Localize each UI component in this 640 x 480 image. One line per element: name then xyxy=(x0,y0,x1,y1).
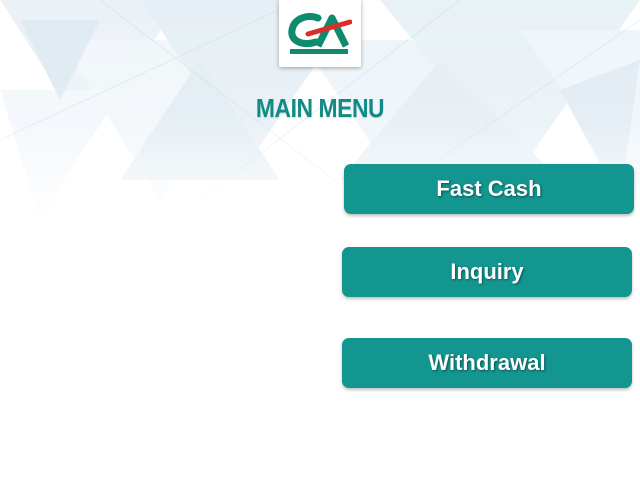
fast-cash-button[interactable]: Fast Cash xyxy=(344,164,634,214)
background-pattern xyxy=(0,0,640,480)
bank-logo: CA xyxy=(279,0,361,67)
page-title: MAIN MENU xyxy=(255,93,385,123)
credit-agricole-logo-icon xyxy=(288,13,352,54)
inquiry-button[interactable]: Inquiry xyxy=(342,247,632,297)
withdrawal-button[interactable]: Withdrawal xyxy=(342,338,632,388)
